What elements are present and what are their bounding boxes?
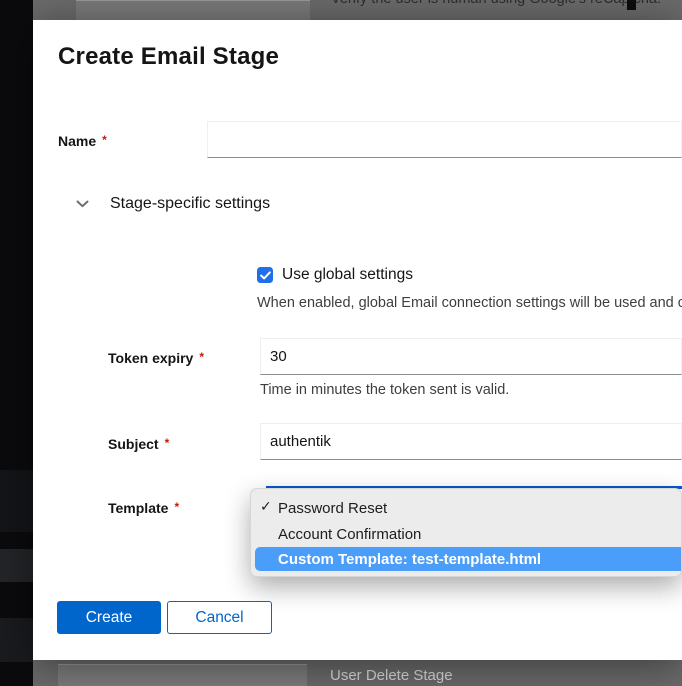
- required-asterisk: *: [102, 133, 107, 147]
- use-global-settings-row: Use global settings: [257, 266, 413, 284]
- dropdown-option-custom-template[interactable]: Custom Template: test-template.html: [255, 547, 681, 571]
- check-icon: [260, 271, 271, 280]
- dimmed-background-bottom: User Delete Stage: [33, 660, 682, 686]
- template-label: Template*: [108, 500, 179, 516]
- background-row-label: User Delete Stage: [330, 667, 453, 684]
- modal-title: Create Email Stage: [58, 43, 279, 71]
- subject-label: Subject*: [108, 436, 169, 452]
- background-table-cell: [76, 0, 310, 20]
- token-expiry-helper: Time in minutes the token sent is valid.: [260, 382, 509, 398]
- background-dark-fragment: [627, 0, 636, 10]
- required-asterisk: *: [165, 436, 170, 450]
- required-asterisk: *: [199, 350, 204, 364]
- dropdown-option-account-confirmation[interactable]: Account Confirmation: [251, 521, 681, 547]
- dropdown-option-password-reset[interactable]: ✓ Password Reset: [251, 495, 681, 521]
- sidebar-item-shade: [0, 618, 33, 662]
- selected-check-icon: ✓: [260, 498, 272, 515]
- required-asterisk: *: [174, 500, 179, 514]
- section-header-label: Stage-specific settings: [110, 195, 270, 213]
- token-expiry-label: Token expiry*: [108, 350, 204, 366]
- use-global-settings-helper: When enabled, global Email connection se…: [257, 295, 682, 311]
- dimmed-background-top: Verify the user is human using Google's …: [33, 0, 682, 20]
- create-email-stage-modal: Create Email Stage Name* Stage-specific …: [33, 20, 682, 660]
- background-table-cell: [58, 664, 307, 686]
- app-sidebar: [0, 0, 33, 686]
- chevron-down-icon: [76, 200, 89, 208]
- name-input[interactable]: [207, 121, 682, 158]
- sidebar-item-shade: [0, 549, 33, 582]
- use-global-settings-checkbox[interactable]: [257, 267, 273, 283]
- name-label: Name*: [58, 133, 107, 149]
- cancel-button[interactable]: Cancel: [167, 601, 272, 634]
- use-global-settings-label: Use global settings: [282, 266, 413, 284]
- subject-input[interactable]: [260, 423, 682, 460]
- background-row-description: Verify the user is human using Google's …: [331, 0, 661, 7]
- stage-settings-section-toggle[interactable]: Stage-specific settings: [58, 195, 270, 213]
- token-expiry-input[interactable]: [260, 338, 682, 375]
- sidebar-item-shade: [0, 470, 33, 532]
- create-button[interactable]: Create: [57, 601, 161, 634]
- template-dropdown-menu: ✓ Password Reset Account Confirmation Cu…: [250, 488, 682, 577]
